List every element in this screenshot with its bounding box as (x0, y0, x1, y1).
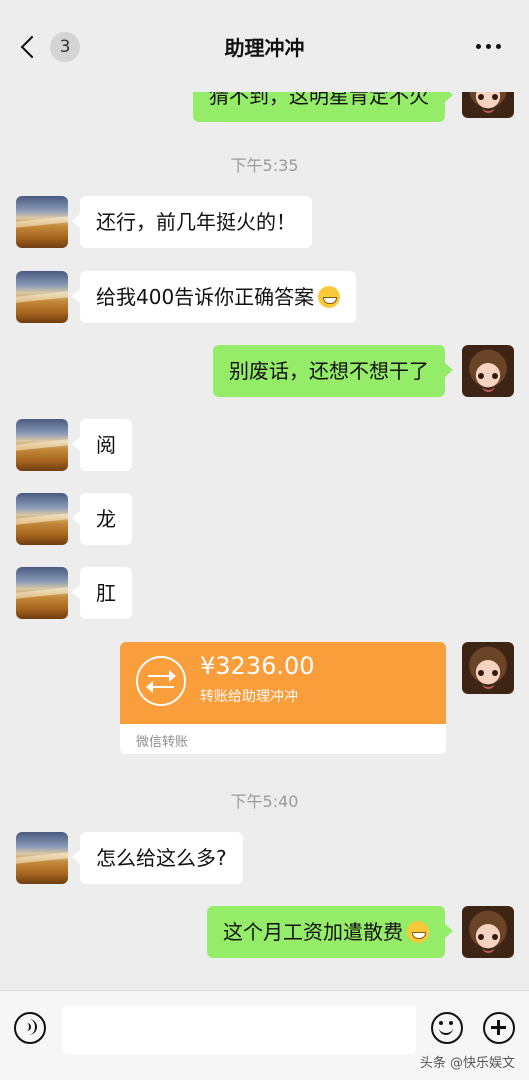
contact-avatar[interactable] (16, 271, 68, 323)
message-text: 怎么给这么多? (96, 846, 227, 870)
contact-avatar[interactable] (16, 567, 68, 619)
transfer-label: 微信转账 (136, 735, 189, 750)
message-text: 龙 (96, 507, 116, 531)
timestamp: 下午5:40 (230, 792, 299, 811)
chat-area: 猜不到，这明星肯定不火 下午5:35 还行，前几年挺火的！ 给我400告诉你正确… (0, 0, 529, 990)
contact-avatar[interactable] (16, 419, 68, 471)
my-avatar[interactable] (462, 345, 514, 397)
received-message-bubble[interactable]: 阅 (72, 419, 132, 471)
transfer-description: 转账给助理冲冲 (200, 689, 298, 705)
message-text: 这个月工资加遣散费 (223, 920, 403, 944)
received-message-bubble[interactable]: 龙 (72, 493, 132, 545)
voice-icon[interactable] (14, 1012, 46, 1044)
more-options-icon[interactable] (476, 44, 501, 49)
received-message-bubble[interactable]: 肛 (72, 567, 132, 619)
emoji-icon[interactable] (431, 1012, 463, 1044)
message-input[interactable] (62, 1006, 416, 1054)
sent-message-bubble[interactable]: 别废话，还想不想干了 (213, 345, 453, 397)
message-text: 阅 (96, 433, 116, 457)
grinning-emoji-icon (318, 286, 341, 308)
chat-title: 助理冲冲 (224, 36, 305, 60)
timestamp: 下午5:35 (230, 156, 299, 175)
message-text: 给我400告诉你正确答案 (96, 285, 315, 309)
message-text: 还行，前几年挺火的！ (96, 210, 296, 234)
message-text: 别废话，还想不想干了 (229, 359, 429, 383)
received-message-bubble[interactable]: 怎么给这么多? (72, 832, 243, 884)
transfer-arrows-icon (136, 656, 186, 706)
transfer-card[interactable]: ¥3236.00 转账给助理冲冲 微信转账 (120, 642, 446, 754)
contact-avatar[interactable] (16, 832, 68, 884)
plus-icon[interactable] (483, 1012, 515, 1044)
received-message-bubble[interactable]: 还行，前几年挺火的！ (72, 196, 312, 248)
contact-avatar[interactable] (16, 196, 68, 248)
contact-avatar[interactable] (16, 493, 68, 545)
sent-message-bubble[interactable]: 这个月工资加遣散费 (207, 906, 453, 958)
thinking-emoji-icon (407, 921, 429, 943)
message-text: 肛 (96, 581, 116, 605)
received-message-bubble[interactable]: 给我400告诉你正确答案 (71, 271, 357, 323)
watermark: 头条 @快乐娱文 (419, 1056, 515, 1071)
chat-header: 3 助理冲冲 (0, 0, 529, 92)
my-avatar[interactable] (462, 906, 514, 958)
transfer-amount: ¥3236.00 (200, 652, 315, 680)
my-avatar[interactable] (462, 642, 514, 694)
